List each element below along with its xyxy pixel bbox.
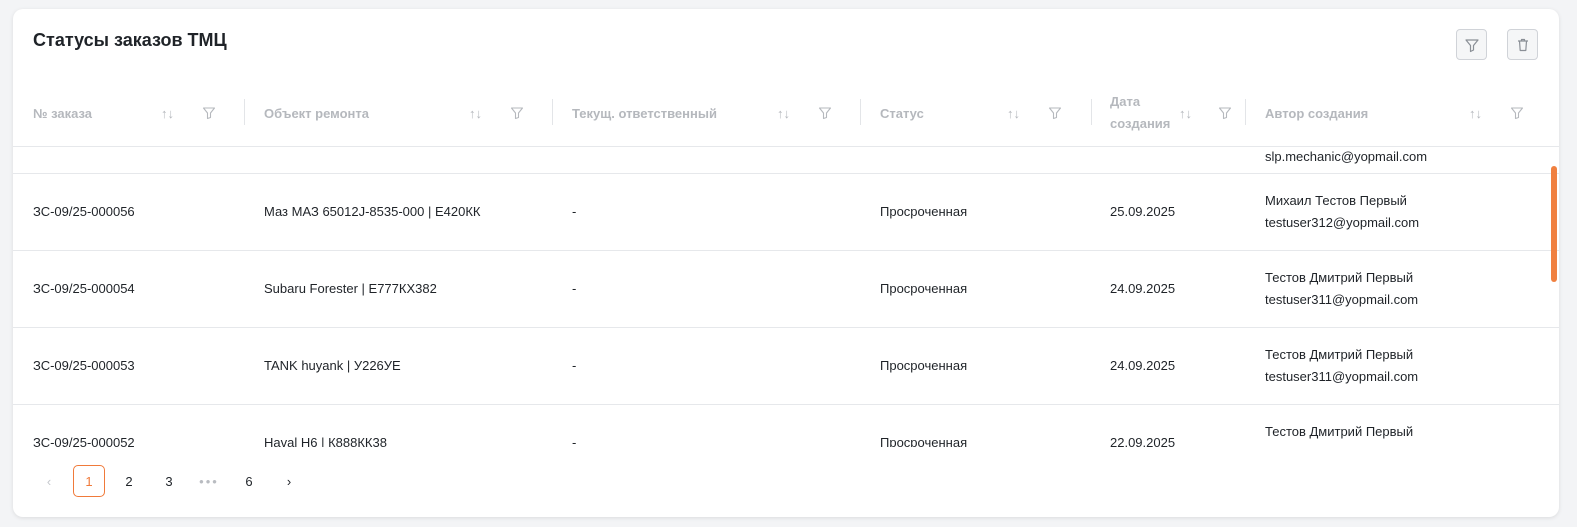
column-label: Текущ. ответственный [572, 105, 717, 121]
column-label: Автор создания [1265, 105, 1369, 121]
column-filter-icon[interactable] [1048, 106, 1062, 120]
sort-icon[interactable]: ↑↓ [777, 106, 790, 121]
status: Просроченная [880, 435, 968, 447]
repair-object: Subaru Forester | Е777КХ382 [264, 281, 437, 296]
repair-object: TANK huyank | У226УЕ [264, 358, 401, 373]
sort-icon[interactable]: ↑↓ [1007, 106, 1020, 121]
created-date: 25.09.2025 [1110, 204, 1176, 219]
status: Просроченная [880, 358, 968, 373]
author-email: testuser312@yopmail.com [1265, 215, 1420, 230]
author-name: Михаил Тестов Первый [1265, 193, 1407, 208]
author-email: slp.mechanic@yopmail.com [1265, 149, 1428, 164]
author-name: Тестов Дмитрий Первый [1265, 424, 1414, 439]
order-status-panel: Статусы заказов ТМЦ № заказа ↑↓ Объект р… [13, 9, 1559, 517]
delete-button[interactable] [1507, 29, 1538, 60]
status: Просроченная [880, 204, 968, 219]
column-header-author[interactable]: Автор создания ↑↓ [1265, 79, 1535, 147]
sort-icon[interactable]: ↑↓ [469, 106, 482, 121]
created-date: 24.09.2025 [1110, 358, 1176, 373]
table-row[interactable]: ЗС-09/25-000052 Haval H6 | К888КК38 - Пр… [13, 405, 1559, 447]
page-button-2[interactable]: 2 [113, 465, 145, 497]
column-label: Статус [880, 105, 924, 121]
column-filter-icon[interactable] [510, 106, 524, 120]
order-number: ЗС-09/25-000052 [33, 435, 135, 447]
page-button-3[interactable]: 3 [153, 465, 185, 497]
column-label: Объект ремонта [264, 105, 369, 121]
column-label: Дата создания [1110, 94, 1171, 131]
table-row[interactable]: ЗС-09/25-000054 Subaru Forester | Е777КХ… [13, 251, 1559, 328]
author-name: Тестов Дмитрий Первый [1265, 347, 1414, 362]
column-divider [244, 99, 245, 125]
column-filter-icon[interactable] [202, 106, 216, 120]
status: Просроченная [880, 281, 968, 296]
order-number: ЗС-09/25-000053 [33, 358, 135, 373]
sort-icon[interactable]: ↑↓ [1469, 106, 1482, 121]
table-row[interactable]: ЗС-09/25-000056 Маз МАЗ 65012J-8535-000 … [13, 174, 1559, 251]
column-header-number[interactable]: № заказа ↑↓ [33, 79, 223, 147]
responsible: - [572, 204, 577, 219]
column-filter-icon[interactable] [1218, 106, 1232, 120]
column-header-responsible[interactable]: Текущ. ответственный ↑↓ [572, 79, 842, 147]
author-email: testuser311@yopmail.com [1265, 292, 1419, 307]
column-filter-icon[interactable] [1510, 106, 1524, 120]
table-row[interactable]: slp.mechanic@yopmail.com [13, 147, 1559, 174]
responsible: - [572, 358, 577, 373]
filter-button[interactable] [1456, 29, 1487, 60]
column-header-object[interactable]: Объект ремонта ↑↓ [264, 79, 534, 147]
repair-object: Haval H6 | К888КК38 [264, 435, 387, 447]
author-name: Тестов Дмитрий Первый [1265, 270, 1414, 285]
author-email: testuser311@yopmail.com [1265, 369, 1419, 384]
pagination-ellipsis[interactable]: ••• [193, 465, 225, 497]
column-divider [860, 99, 861, 125]
scrollbar-thumb[interactable] [1551, 166, 1557, 282]
column-header-date[interactable]: Дата создания ↑↓ [1110, 79, 1240, 147]
responsible: - [572, 435, 577, 447]
prev-page-button[interactable]: ‹ [33, 465, 65, 497]
column-divider [1245, 99, 1246, 125]
column-divider [552, 99, 553, 125]
panel-title: Статусы заказов ТМЦ [33, 30, 227, 50]
next-page-button[interactable]: › [273, 465, 305, 497]
column-header-status[interactable]: Статус ↑↓ [880, 79, 1080, 147]
column-filter-icon[interactable] [818, 106, 832, 120]
order-number: ЗС-09/25-000056 [33, 204, 135, 219]
responsible: - [572, 281, 577, 296]
table-body[interactable]: slp.mechanic@yopmail.com ЗС-09/25-000056… [13, 147, 1559, 447]
table-row[interactable]: ЗС-09/25-000053 TANK huyank | У226УЕ - П… [13, 328, 1559, 405]
table-header: № заказа ↑↓ Объект ремонта ↑↓ Текущ. отв… [13, 79, 1559, 147]
created-date: 24.09.2025 [1110, 281, 1176, 296]
trash-icon [1517, 38, 1528, 51]
order-number: ЗС-09/25-000054 [33, 281, 135, 296]
page-button-6[interactable]: 6 [233, 465, 265, 497]
sort-icon[interactable]: ↑↓ [161, 106, 174, 121]
column-divider [1091, 99, 1092, 125]
page-button-1[interactable]: 1 [73, 465, 105, 497]
repair-object: Маз МАЗ 65012J-8535-000 | Е420КК [264, 204, 481, 219]
created-date: 22.09.2025 [1110, 435, 1176, 447]
sort-icon[interactable]: ↑↓ [1179, 106, 1192, 121]
filter-icon [1464, 38, 1479, 52]
column-label: № заказа [33, 105, 93, 121]
